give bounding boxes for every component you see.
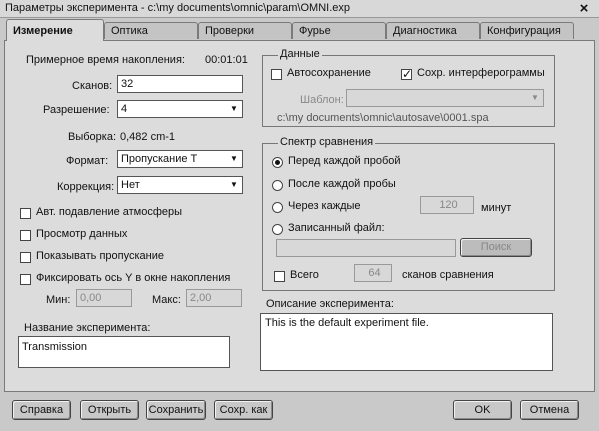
template-label: Шаблон: xyxy=(300,94,344,106)
atm-suppression-checkbox[interactable] xyxy=(20,208,31,219)
browse-button[interactable]: Поиск xyxy=(460,238,532,257)
help-button[interactable]: Справка xyxy=(12,400,71,420)
collect-time-label: Примерное время накопления: xyxy=(26,54,185,66)
save-as-button[interactable]: Сохр. как xyxy=(214,400,273,420)
spacing-label: Выборка: xyxy=(68,131,117,143)
radio-after-each-sample[interactable] xyxy=(272,180,283,191)
stored-file-input[interactable] xyxy=(276,239,456,257)
collect-time-value: 00:01:01 xyxy=(205,54,248,66)
cancel-button[interactable]: Отмена xyxy=(520,400,579,420)
radio-before-each-sample-label: Перед каждой пробой xyxy=(288,155,401,167)
exp-name-input[interactable]: Transmission xyxy=(18,336,230,368)
radio-every-interval-label: Через каждые xyxy=(288,200,361,212)
resolution-value: 4 xyxy=(121,103,128,115)
interval-input[interactable]: 120 xyxy=(420,196,474,214)
data-group-title: Данные xyxy=(278,48,322,60)
resolution-label: Разрешение: xyxy=(43,104,110,116)
fix-y-axis-label: Фиксировать ось Y в окне накопления xyxy=(36,272,231,284)
chevron-down-icon[interactable]: ▼ xyxy=(528,91,542,105)
autosave-path: c:\my documents\omnic\autosave\0001.spa xyxy=(277,112,489,124)
total-suffix-label: сканов сравнения xyxy=(402,269,494,281)
show-transmittance-label: Показывать пропускание xyxy=(36,250,164,262)
correction-value: Нет xyxy=(121,179,140,191)
reference-group-title: Спектр сравнения xyxy=(278,136,376,148)
format-label: Формат: xyxy=(66,155,109,167)
chevron-down-icon[interactable]: ▼ xyxy=(227,178,241,192)
min-input[interactable]: 0,00 xyxy=(76,289,132,307)
autosave-checkbox[interactable] xyxy=(271,69,282,80)
chevron-down-icon[interactable]: ▼ xyxy=(227,102,241,116)
tab-measurement[interactable]: Измерение xyxy=(6,19,104,41)
atm-suppression-label: Авт. подавление атмосферы xyxy=(36,206,183,218)
save-interferograms-label: Сохр. интерферограммы xyxy=(417,67,545,79)
max-input[interactable]: 2,00 xyxy=(186,289,242,307)
close-icon[interactable]: × xyxy=(574,0,594,17)
preview-data-label: Просмотр данных xyxy=(36,228,128,240)
total-scans-input[interactable]: 64 xyxy=(354,264,392,282)
template-select[interactable]: ▼ xyxy=(346,89,544,107)
ok-button[interactable]: OK xyxy=(453,400,512,420)
correction-select[interactable]: Нет ▼ xyxy=(117,176,243,194)
window-title: Параметры эксперимента - c:\my documents… xyxy=(5,2,350,14)
tab-optics[interactable]: Оптика xyxy=(104,22,198,39)
radio-after-each-sample-label: После каждой пробы xyxy=(288,178,396,190)
scans-label: Сканов: xyxy=(72,80,113,92)
save-button[interactable]: Сохранить xyxy=(146,400,206,420)
exp-name-label: Название эксперимента: xyxy=(24,322,151,334)
max-label: Макс: xyxy=(152,294,181,306)
tab-checks[interactable]: Проверки xyxy=(198,22,292,39)
title-bar: Параметры эксперимента - c:\my documents… xyxy=(0,0,599,18)
fix-y-axis-checkbox[interactable] xyxy=(20,274,31,285)
total-scans-checkbox[interactable] xyxy=(274,271,285,282)
format-select[interactable]: Пропускание Т ▼ xyxy=(117,150,243,168)
resolution-select[interactable]: 4 ▼ xyxy=(117,100,243,118)
show-transmittance-checkbox[interactable] xyxy=(20,252,31,263)
save-interferograms-checkbox[interactable]: ✓ xyxy=(401,68,412,80)
min-label: Мин: xyxy=(46,294,71,306)
radio-stored-file-label: Записанный файл: xyxy=(288,222,385,234)
radio-stored-file[interactable] xyxy=(272,224,283,235)
radio-every-interval[interactable] xyxy=(272,202,283,213)
correction-label: Коррекция: xyxy=(57,181,115,193)
format-value: Пропускание Т xyxy=(121,153,198,165)
total-label: Всего xyxy=(290,269,319,281)
tab-diagnostics[interactable]: Диагностика xyxy=(386,22,480,39)
autosave-label: Автосохранение xyxy=(287,67,371,79)
chevron-down-icon[interactable]: ▼ xyxy=(227,152,241,166)
preview-data-checkbox[interactable] xyxy=(20,230,31,241)
radio-before-each-sample[interactable] xyxy=(272,157,283,168)
description-label: Описание эксперимента: xyxy=(266,298,394,310)
scans-input[interactable]: 32 xyxy=(117,75,243,93)
tab-fourier[interactable]: Фурье xyxy=(292,22,386,39)
open-button[interactable]: Открыть xyxy=(80,400,139,420)
description-textarea[interactable]: This is the default experiment file. xyxy=(260,313,553,371)
minutes-label: минут xyxy=(481,202,512,214)
spacing-value: 0,482 cm-1 xyxy=(120,131,176,143)
tab-configuration[interactable]: Конфигурация xyxy=(480,22,574,39)
